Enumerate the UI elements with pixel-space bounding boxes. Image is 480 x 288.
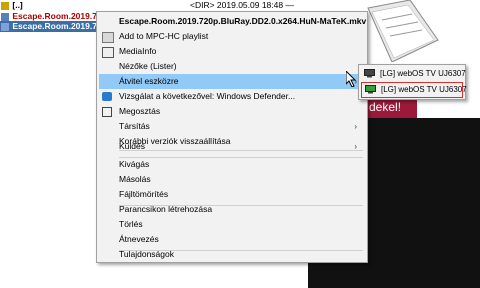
cast-device-label: [LG] webOS TV UJ6307 [381, 85, 467, 94]
defender-icon [102, 92, 112, 101]
document-thumbnail [367, 0, 439, 62]
video-file-icon [1, 22, 9, 31]
share-icon [102, 107, 112, 117]
menu-item-label: Törlés [119, 219, 143, 229]
menu-item-open[interactable]: Escape.Room.2019.720p.BluRay.DD2.0.x264.… [99, 14, 366, 29]
cast-device-item-outlined[interactable]: [LG] webOS TV UJ6307 [361, 82, 467, 98]
menu-item-create-shortcut[interactable]: Parancsikon létrehozása [99, 202, 365, 217]
file-name: [..] [12, 0, 23, 10]
chevron-right-icon: › [354, 122, 357, 131]
menu-item-cut[interactable]: Kivágás [99, 157, 365, 172]
menu-item-label: Társítás [119, 121, 150, 131]
tv-icon [364, 69, 375, 78]
menu-item-label: Küldés [119, 141, 145, 151]
file-row-parent[interactable]: [..] [0, 0, 23, 11]
mouse-cursor-icon [346, 71, 357, 87]
menu-item-lister[interactable]: Nézőke (Lister) [99, 59, 365, 74]
menu-item-label: Fájltömörítés [119, 189, 169, 199]
menu-item-label: Átnevezés [119, 234, 159, 244]
menu-item-properties[interactable]: Tulajdonságok [99, 247, 365, 262]
folder-up-icon [1, 1, 9, 10]
menu-item-label: Tulajdonságok [119, 249, 174, 259]
menu-item-defender-scan[interactable]: Vizsgálat a következővel: Windows Defend… [99, 89, 365, 104]
menu-item-send-to-label[interactable]: Küldés › [99, 139, 365, 154]
menu-item-rename[interactable]: Átnevezés [99, 232, 365, 247]
dir-info: <DIR> 2019.05.09 18:48 — [190, 0, 294, 10]
menu-item-copy[interactable]: Másolás [99, 172, 365, 187]
menu-item-add-to-mpc[interactable]: Add to MPC-HC playlist [99, 29, 365, 44]
file-row-selected[interactable]: Escape.Room.2019.720 [0, 21, 106, 32]
video-file-icon [1, 12, 9, 21]
cast-device-item[interactable]: [LG] webOS TV UJ6307 [361, 67, 466, 81]
menu-item-label: Kivágás [119, 159, 150, 169]
mpc-icon [102, 32, 114, 43]
menu-item-cast-to-device[interactable]: Átvitel eszközre › [99, 74, 365, 89]
menu-item-open-with[interactable]: Társítás › [99, 119, 365, 134]
menu-item-compress[interactable]: Fájltömörítés [99, 187, 365, 202]
menu-item-label: Másolás [119, 174, 151, 184]
menu-item-share[interactable]: Megosztás [99, 104, 365, 119]
file-name: Escape.Room.2019.720 [12, 11, 107, 21]
menu-item-label: Megosztás [119, 106, 161, 116]
context-menu: Escape.Room.2019.720p.BluRay.DD2.0.x264.… [96, 11, 368, 263]
cast-device-label: [LG] webOS TV UJ6307 [380, 69, 466, 78]
menu-item-label: Add to MPC-HC playlist [119, 31, 209, 41]
menu-item-label: MediaInfo [119, 46, 157, 56]
menu-item-delete[interactable]: Törlés [99, 217, 365, 232]
menu-item-label: Vizsgálat a következővel: Windows Defend… [119, 91, 296, 101]
menu-item-label: Parancsikon létrehozása [119, 204, 213, 214]
menu-item-mediainfo[interactable]: MediaInfo [99, 44, 365, 59]
menu-item-label: Átvitel eszközre [119, 76, 179, 86]
chevron-right-icon: › [354, 142, 357, 151]
menu-item-label: Nézőke (Lister) [119, 61, 177, 71]
file-name: Escape.Room.2019.720 [12, 21, 107, 31]
tv-icon [365, 85, 376, 94]
mediainfo-icon [102, 47, 114, 58]
cast-submenu: [LG] webOS TV UJ6307 [LG] webOS TV UJ630… [358, 64, 467, 100]
